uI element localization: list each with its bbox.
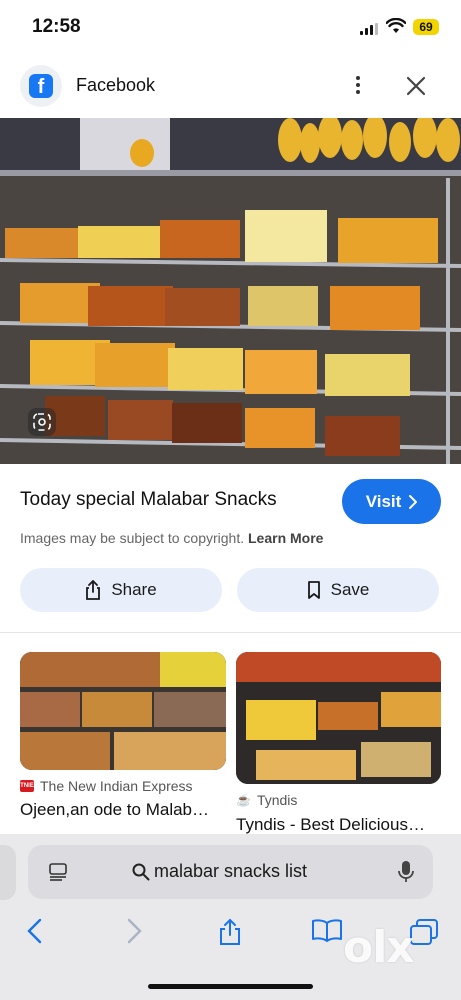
result-title: Today special Malabar Snacks (20, 489, 277, 510)
tyndis-favicon-icon: ☕ (236, 793, 251, 807)
back-icon[interactable] (26, 918, 44, 944)
related-caption[interactable]: Ojeen,an ode to Malab… (20, 800, 226, 820)
home-indicator[interactable] (148, 984, 313, 989)
copyright-text: Images may be subject to copyright. (20, 530, 245, 546)
facebook-logo-icon: f (20, 65, 62, 107)
bookmarks-icon[interactable] (311, 918, 343, 942)
save-button[interactable]: Save (237, 568, 439, 612)
copyright-notice: Images may be subject to copyright. Lear… (20, 530, 323, 546)
close-icon[interactable] (404, 74, 428, 98)
search-icon (132, 863, 150, 880)
wifi-icon (386, 18, 406, 33)
previous-tab-preview[interactable] (0, 845, 16, 900)
learn-more-link[interactable]: Learn More (248, 530, 323, 546)
battery-indicator: 69 (413, 19, 439, 35)
visit-button[interactable]: Visit (342, 479, 441, 524)
related-source: TNIE The New Indian Express (20, 778, 193, 794)
share-icon (86, 580, 101, 600)
cellular-signal-icon (360, 23, 380, 35)
reader-mode-icon[interactable] (48, 862, 68, 882)
page-title: Facebook (76, 75, 156, 95)
forward-icon[interactable] (125, 918, 143, 944)
share-button[interactable]: Share (20, 568, 222, 612)
hero-image[interactable] (0, 118, 461, 464)
related-source-label: Tyndis (256, 792, 298, 808)
related-thumbnail[interactable] (20, 652, 226, 770)
chevron-right-icon (409, 494, 418, 509)
related-source: ☕ Tyndis (236, 792, 297, 808)
newspaper-favicon-icon: TNIE (20, 780, 34, 792)
visit-label: Visit (365, 491, 402, 511)
related-source-label: The New Indian Express (40, 778, 193, 794)
related-caption[interactable]: Tyndis - Best Delicious… (236, 815, 441, 835)
lens-search-icon[interactable] (28, 408, 56, 436)
status-time: 12:58 (32, 16, 81, 37)
olx-watermark: olx (343, 922, 415, 973)
more-vertical-icon[interactable] (351, 73, 365, 99)
search-query[interactable]: malabar snacks list (132, 861, 307, 882)
search-query-text: malabar snacks list (154, 861, 308, 881)
share-label: Share (111, 580, 157, 599)
related-thumbnail[interactable] (236, 652, 441, 784)
save-label: Save (330, 580, 370, 599)
share-sheet-icon[interactable] (218, 918, 242, 946)
microphone-icon[interactable] (398, 860, 414, 884)
bookmark-icon (307, 581, 320, 599)
divider (0, 632, 461, 633)
